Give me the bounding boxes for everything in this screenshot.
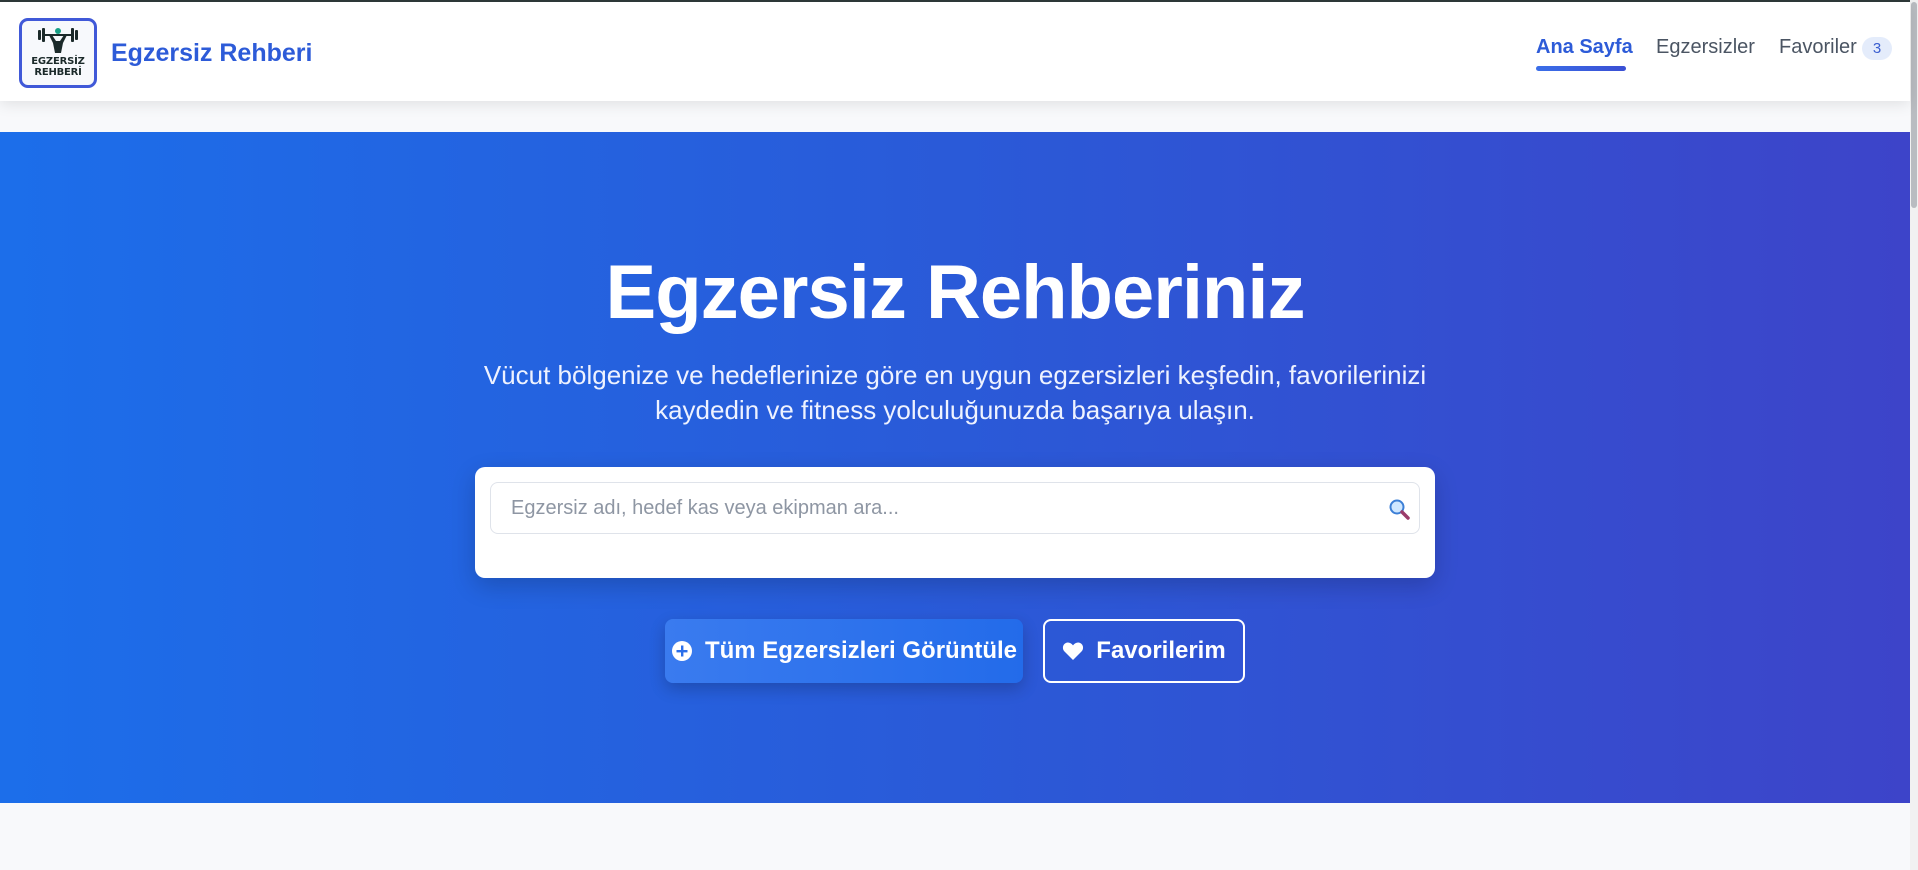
favorites-count-badge: 3	[1862, 37, 1892, 60]
hero-subtitle: Vücut bölgenize ve hedeflerinize göre en…	[483, 360, 1427, 425]
nav-exercises[interactable]: Egzersizler	[1656, 36, 1755, 59]
search-card	[475, 467, 1435, 578]
view-all-exercises-button[interactable]: Tüm Egzersizleri Görüntüle	[665, 619, 1023, 683]
page-scrollbar[interactable]	[1910, 0, 1918, 870]
scrollbar-thumb[interactable]	[1911, 2, 1917, 208]
site-header: EGZERSİZ REHBERİ Egzersiz Rehberi Ana Sa…	[0, 2, 1910, 101]
search-field	[490, 482, 1420, 534]
plus-circle-icon	[671, 640, 693, 662]
active-nav-indicator	[1536, 66, 1626, 71]
nav-favorites[interactable]: Favoriler	[1779, 36, 1857, 59]
heart-icon	[1062, 641, 1084, 661]
page: EGZERSİZ REHBERİ Egzersiz Rehberi Ana Sa…	[0, 0, 1910, 870]
view-all-exercises-label: Tüm Egzersizleri Görüntüle	[704, 637, 1018, 664]
magnifier-icon[interactable]	[1387, 497, 1411, 521]
nav-home[interactable]: Ana Sayfa	[1536, 36, 1633, 59]
favorites-button-label: Favorilerim	[1096, 637, 1226, 664]
hero-title: Egzersiz Rehberiniz	[605, 250, 1306, 335]
hero-section: Egzersiz Rehberiniz Vücut bölgenize ve h…	[0, 132, 1910, 803]
favorites-button[interactable]: Favorilerim	[1043, 619, 1245, 683]
search-input[interactable]	[491, 483, 1371, 533]
